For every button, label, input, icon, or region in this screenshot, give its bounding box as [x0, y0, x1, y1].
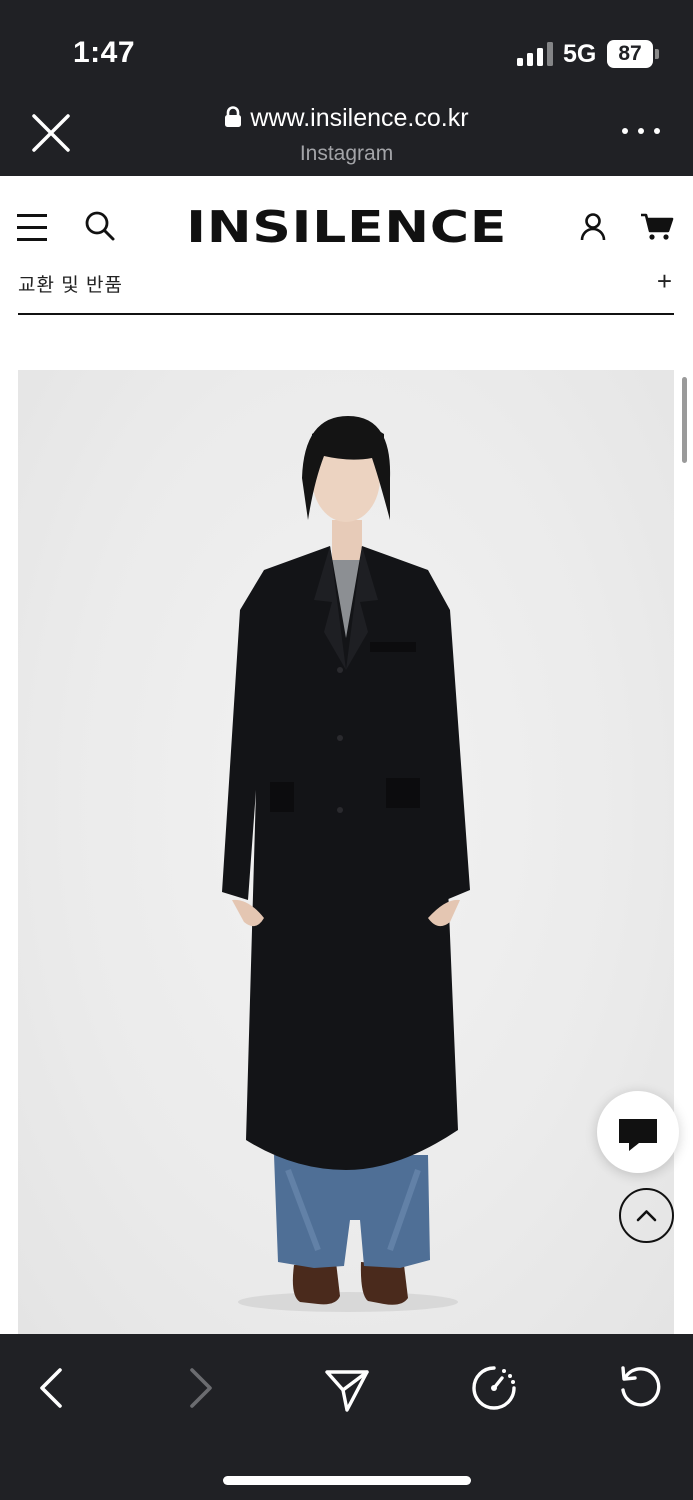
battery-nub: [655, 49, 659, 59]
more-dots-icon: [622, 128, 628, 134]
forward-arrow-icon: [190, 1368, 212, 1408]
back-arrow-icon: [40, 1368, 62, 1408]
address-bar[interactable]: www.insilence.co.kr: [0, 104, 693, 133]
cart-icon[interactable]: [640, 212, 674, 242]
page-scrollbar[interactable]: [682, 377, 687, 463]
reload-button[interactable]: [611, 1358, 671, 1418]
back-button[interactable]: [22, 1358, 82, 1418]
scroll-to-top-button[interactable]: [619, 1188, 674, 1243]
forward-button[interactable]: [170, 1358, 230, 1418]
home-indicator[interactable]: [223, 1476, 471, 1485]
browser-top-bar: 1:47 5G 87 www.insilence.co.kr Instagram: [0, 0, 693, 176]
speed-dial-icon: [472, 1366, 516, 1410]
chevron-up-icon: [636, 1210, 657, 1222]
share-send-icon: [325, 1370, 369, 1412]
more-button[interactable]: [622, 124, 660, 138]
account-icon[interactable]: [579, 212, 607, 242]
product-photo[interactable]: [18, 370, 674, 1334]
share-button[interactable]: [317, 1358, 377, 1418]
network-type: 5G: [563, 40, 597, 68]
status-time: 1:47: [73, 36, 136, 69]
chat-bubble-icon: [619, 1119, 657, 1151]
accordion-label: 교환 및 반품: [18, 275, 123, 296]
url-text: www.insilence.co.kr: [250, 104, 469, 132]
more-dot: [638, 128, 644, 134]
lock-icon: [225, 106, 242, 127]
cellular-signal-icon: [517, 42, 553, 66]
battery-indicator: 87: [607, 40, 653, 68]
speed-dial-button[interactable]: [464, 1358, 524, 1418]
browser-bottom-toolbar: [0, 1334, 693, 1500]
more-dot: [654, 128, 660, 134]
model-wearing-coat-illustration: [222, 416, 470, 1312]
site-header: INSILENCE: [0, 176, 693, 276]
source-app-label: Instagram: [299, 142, 394, 165]
exchange-return-accordion[interactable]: 교환 및 반품 +: [18, 266, 674, 315]
plus-icon: +: [656, 266, 672, 296]
chat-button[interactable]: [597, 1091, 679, 1173]
reload-icon: [621, 1366, 661, 1407]
